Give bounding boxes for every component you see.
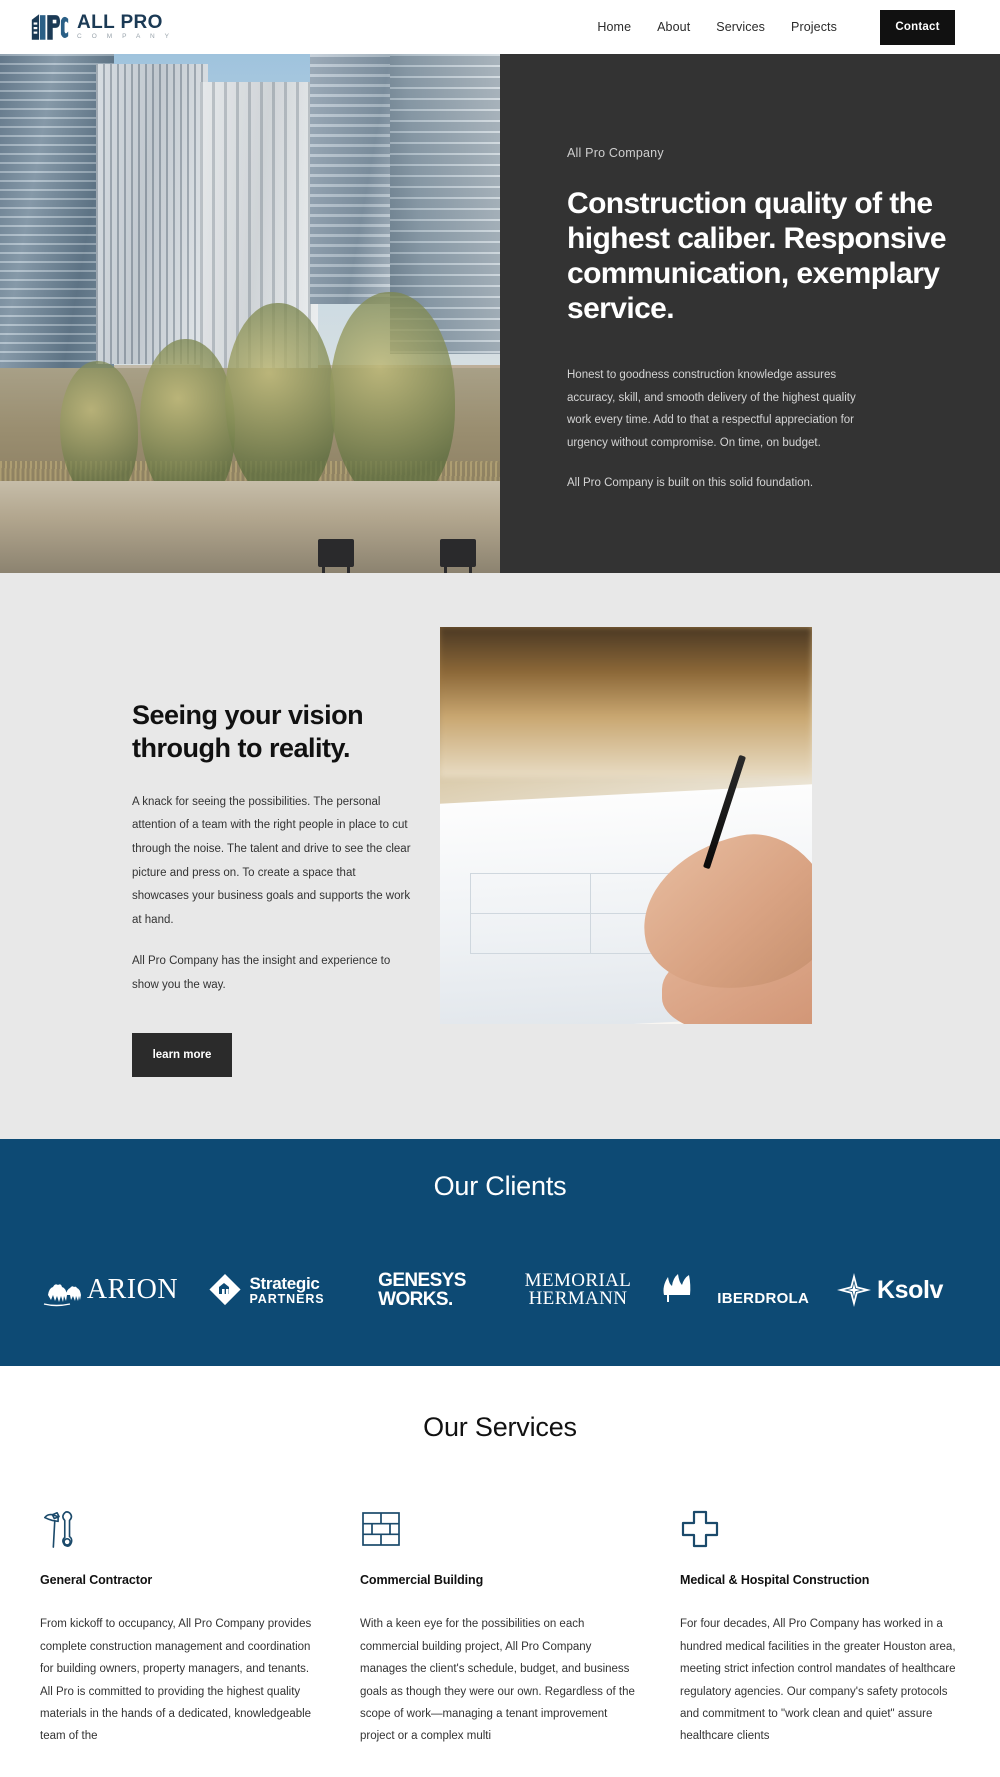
hero-title: Construction quality of the highest cali… [567, 187, 947, 326]
strategic-word: Strategic [249, 1274, 320, 1294]
site-logo[interactable]: ALL PRO C O M P A N Y [30, 12, 173, 42]
vision-copy: Seeing your vision through to reality. A… [0, 627, 440, 1078]
hero-building-photo [0, 54, 500, 573]
brick-wall-icon [362, 1512, 400, 1547]
client-logo-iberdrola[interactable]: IBERDROLA [656, 1258, 812, 1322]
main-navigation: Home About Services Projects Contact [584, 9, 1000, 45]
logo-main-text: ALL PRO [77, 12, 163, 34]
vision-title: Seeing your vision through to reality. [132, 700, 364, 763]
clients-heading: Our Clients [433, 1171, 567, 1202]
services-row: General Contractor From kickoff to occup… [0, 1509, 1000, 1748]
hermann-word: HERMANN [528, 1288, 628, 1310]
medical-cross-icon [681, 1511, 719, 1548]
apc-monogram-icon [31, 14, 69, 40]
service-body: From kickoff to occupancy, All Pro Compa… [40, 1618, 312, 1743]
nav-item-projects[interactable]: Projects [778, 20, 850, 34]
genesys-word: GENESYS [378, 1270, 466, 1292]
service-card-medical-hospital: Medical & Hospital Construction For four… [680, 1509, 960, 1748]
vision-blueprint-photo [440, 627, 812, 1024]
ksolv-wordmark: Ksolv [876, 1275, 944, 1304]
hero-copy: All Pro Company Construction quality of … [500, 54, 1000, 573]
vision-section: Seeing your vision through to reality. A… [0, 573, 1000, 1140]
services-section: Our Services General Contractor From kic… [0, 1366, 1000, 1748]
service-title: General Contractor [40, 1573, 153, 1588]
strategic-partners-diamond-icon [209, 1274, 242, 1306]
client-logo-row: ARION Strategic PARTNERS GENESYS WORKS. … [0, 1258, 1000, 1322]
service-title: Medical & Hospital Construction [680, 1573, 870, 1588]
works-word: WORKS. [378, 1289, 453, 1311]
site-header: ALL PRO C O M P A N Y Home About Service… [0, 0, 1000, 54]
nav-item-about[interactable]: About [644, 20, 703, 34]
nav-item-services[interactable]: Services [703, 20, 778, 34]
service-card-commercial-building: Commercial Building With a keen eye for … [360, 1509, 640, 1748]
service-body: For four decades, All Pro Company has wo… [680, 1618, 956, 1743]
partners-word: PARTNERS [249, 1291, 325, 1306]
client-logo-ksolv[interactable]: Ksolv [812, 1258, 968, 1322]
services-heading: Our Services [423, 1412, 577, 1443]
nav-item-home[interactable]: Home [584, 20, 644, 34]
clients-section: Our Clients ARION Strategic PARTNERS GEN… [0, 1139, 1000, 1367]
contact-button[interactable]: Contact [880, 9, 955, 45]
client-logo-arion[interactable]: ARION [32, 1258, 188, 1322]
hero-paragraph-1: Honest to goodness construction knowledg… [567, 369, 856, 449]
client-logo-genesys-works[interactable]: GENESYS WORKS. [344, 1258, 500, 1322]
client-logo-memorial-hermann[interactable]: MEMORIAL HERMANN [500, 1258, 656, 1322]
service-title: Commercial Building [360, 1573, 484, 1588]
hero-eyebrow: All Pro Company [567, 146, 664, 160]
iberdrola-wordmark: IBERDROLA [717, 1289, 810, 1307]
arion-wordmark: ARION [86, 1274, 179, 1306]
client-logo-strategic-partners[interactable]: Strategic PARTNERS [188, 1258, 344, 1322]
vision-paragraph-2: All Pro Company has the insight and expe… [132, 955, 391, 991]
vision-image-wrap [440, 627, 1000, 1077]
learn-more-button[interactable]: learn more [132, 1033, 232, 1078]
service-card-general-contractor: General Contractor From kickoff to occup… [40, 1509, 320, 1748]
vision-paragraph-1: A knack for seeing the possibilities. Th… [132, 795, 411, 926]
logo-sub-text: C O M P A N Y [77, 33, 174, 41]
hammer-wrench-icon [43, 1511, 73, 1549]
hero-paragraph-2: All Pro Company is built on this solid f… [567, 477, 814, 490]
hero-section: All Pro Company Construction quality of … [0, 54, 1000, 573]
service-body: With a keen eye for the possibilities on… [360, 1618, 635, 1743]
iberdrola-flame-icon [663, 1273, 691, 1302]
ksolv-star-icon [836, 1273, 871, 1308]
arion-camels-icon [43, 1284, 81, 1307]
